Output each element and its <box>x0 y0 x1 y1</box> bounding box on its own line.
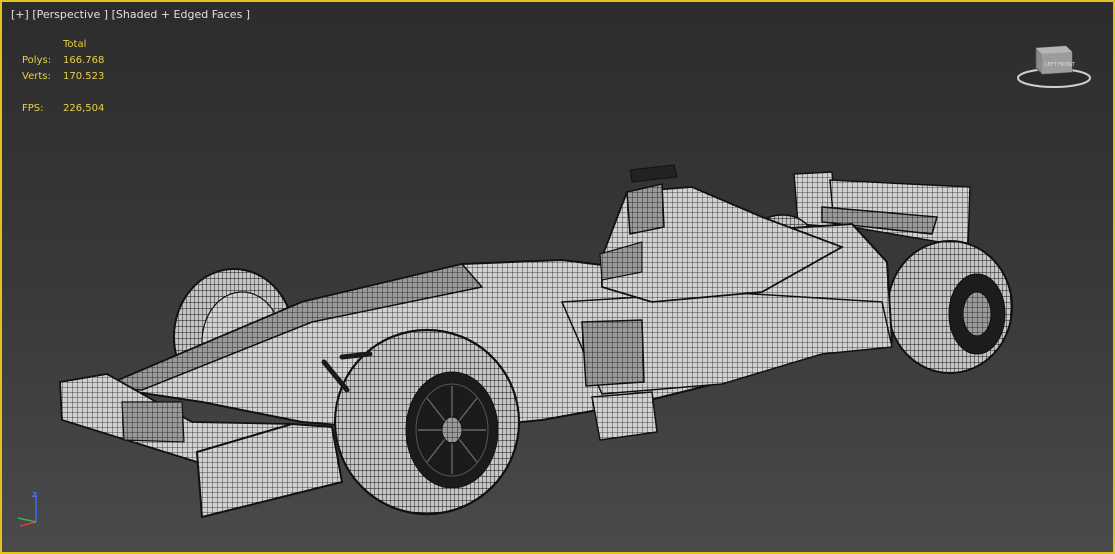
rear-near-wheel <box>887 240 1013 374</box>
perspective-viewport[interactable]: [+] [Perspective ] [Shaded + Edged Faces… <box>0 0 1115 554</box>
f1-car-wireframe-model[interactable] <box>2 2 1113 552</box>
viewcube-widget[interactable]: LEFT FRONT <box>1014 42 1094 90</box>
viewcube-left-face[interactable]: LEFT <box>1045 62 1058 68</box>
axis-z-label: z <box>32 490 37 500</box>
front-near-wheel <box>333 328 521 516</box>
viewcube-front-face[interactable]: FRONT <box>1058 62 1076 68</box>
